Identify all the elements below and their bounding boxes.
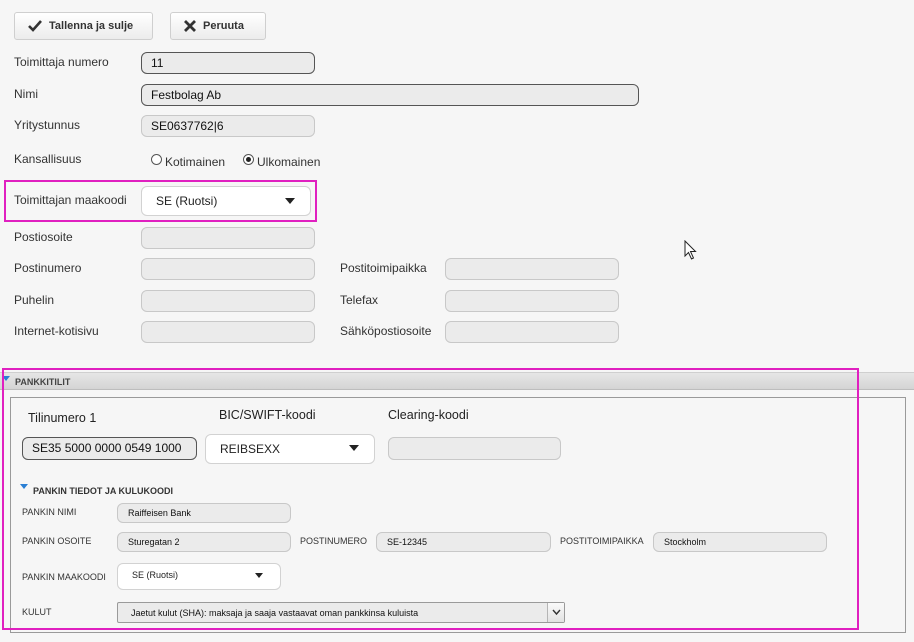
charges-value: Jaetut kulut (SHA): maksaja ja saaja vas… — [131, 608, 419, 618]
chevron-down-icon — [552, 609, 561, 616]
collapse-arrow-icon[interactable] — [20, 484, 28, 489]
postal-city-label: Postitoimipaikka — [340, 261, 427, 275]
homepage-label: Internet-kotisivu — [14, 324, 99, 338]
bank-address-field[interactable]: Sturegatan 2 — [117, 532, 291, 552]
postal-address-field[interactable] — [141, 227, 315, 249]
business-id-field[interactable]: SE0637762|6 — [141, 115, 315, 137]
supplier-number-label: Toimittaja numero — [14, 55, 109, 69]
account-number-field[interactable]: SE35 5000 0000 0549 1000 — [22, 437, 197, 460]
bank-info-title: PANKIN TIEDOT JA KULUKOODI — [33, 486, 174, 496]
telefax-field[interactable] — [445, 290, 619, 312]
save-and-close-button[interactable]: Tallenna ja sulje — [14, 12, 153, 40]
chevron-down-icon — [285, 198, 295, 204]
cancel-button[interactable]: Peruuta — [170, 12, 266, 40]
supplier-number-field[interactable]: 11 — [141, 52, 315, 74]
cancel-button-label: Peruuta — [203, 20, 244, 32]
mouse-cursor-icon — [684, 240, 697, 260]
checkmark-icon — [28, 20, 42, 32]
radio-foreign-label: Ulkomainen — [257, 155, 321, 169]
bank-address-label: PANKIN OSOITE — [22, 536, 92, 546]
postal-city-field[interactable] — [445, 258, 619, 280]
homepage-field[interactable] — [141, 321, 315, 343]
country-code-label: Toimittajan maakoodi — [14, 193, 127, 207]
chevron-down-icon — [349, 445, 359, 451]
email-label: Sähköpostiosoite — [340, 324, 432, 338]
postal-code-field[interactable] — [141, 258, 315, 280]
save-button-label: Tallenna ja sulje — [49, 20, 134, 32]
clearing-label: Clearing-koodi — [388, 408, 469, 422]
charges-dropdown-button[interactable] — [547, 603, 564, 622]
email-field[interactable] — [445, 321, 619, 343]
radio-domestic[interactable] — [151, 154, 162, 165]
bank-postal-code-label: POSTINUMERO — [300, 536, 368, 546]
clearing-field[interactable] — [388, 437, 561, 460]
close-icon — [184, 20, 196, 32]
name-field[interactable]: Festbolag Ab — [141, 84, 639, 106]
phone-field[interactable] — [141, 290, 315, 312]
radio-foreign[interactable] — [243, 154, 254, 165]
bank-country-code-value: SE (Ruotsi) — [132, 570, 179, 580]
nationality-label: Kansallisuus — [14, 152, 82, 166]
account-number-label: Tilinumero 1 — [28, 411, 97, 425]
bank-country-code-label: PANKIN MAAKOODI — [22, 572, 106, 582]
bank-postal-code-field[interactable]: SE-12345 — [376, 532, 551, 552]
telefax-label: Telefax — [340, 293, 379, 307]
phone-label: Puhelin — [14, 293, 55, 307]
radio-domestic-label: Kotimainen — [165, 155, 226, 169]
business-id-label: Yritystunnus — [14, 118, 81, 132]
chevron-down-icon — [255, 573, 263, 578]
bank-name-label: PANKIN NIMI — [22, 507, 77, 517]
postal-code-label: Postinumero — [14, 261, 82, 275]
country-code-value: SE (Ruotsi) — [156, 194, 218, 208]
postal-address-label: Postiosoite — [14, 230, 73, 244]
bic-label: BIC/SWIFT-koodi — [219, 408, 316, 422]
charges-select[interactable]: Jaetut kulut (SHA): maksaja ja saaja vas… — [117, 602, 565, 623]
bank-name-field[interactable]: Raiffeisen Bank — [117, 503, 291, 523]
charges-label: KULUT — [22, 607, 52, 617]
redacted-bar-bic — [280, 443, 340, 454]
name-label: Nimi — [14, 87, 38, 101]
bank-postal-city-field[interactable]: Stockholm — [653, 532, 827, 552]
bank-postal-city-label: POSTITOIMIPAIKKA — [560, 536, 644, 546]
redacted-bar — [222, 197, 276, 208]
bic-value: REIBSEXX — [220, 442, 281, 456]
redacted-bar-bank-country — [182, 572, 246, 581]
